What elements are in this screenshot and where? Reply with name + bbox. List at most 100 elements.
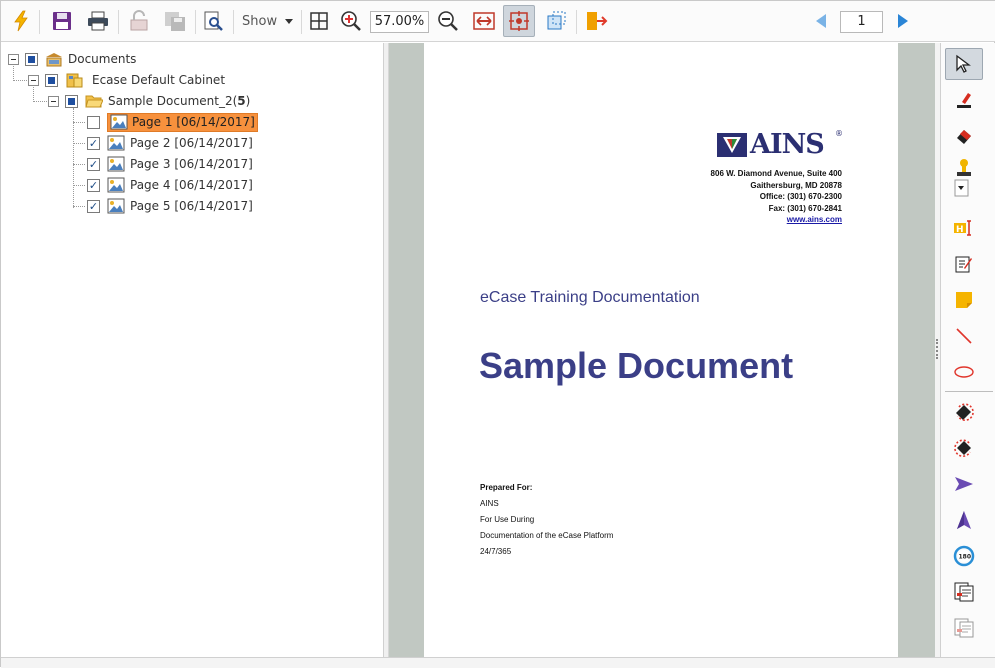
- highlighter-icon[interactable]: [945, 84, 983, 116]
- text-highlight-icon[interactable]: H: [945, 212, 983, 244]
- tree-node-label: Page 1 [06/14/2017]: [132, 114, 255, 129]
- page-properties-icon[interactable]: [945, 576, 983, 608]
- prepared-line: 24/7/365: [480, 547, 512, 556]
- line-tool-icon[interactable]: [945, 320, 983, 352]
- annotation-toolbar: H 180: [940, 43, 995, 657]
- document-viewer[interactable]: AINS ® 806 W. Diamond Avenue, Suite 400 …: [389, 43, 935, 657]
- image-icon: [110, 114, 128, 130]
- address-line: Gaithersburg, MD 20878: [750, 180, 842, 190]
- app-window: Show 57.00% 1 Documents Ecase Default Ca…: [0, 0, 995, 668]
- tree-item-page-3[interactable]: ✓ Page 3 [06/14/2017]: [87, 154, 253, 174]
- tree-item-page-1[interactable]: Page 1 [06/14/2017]: [87, 112, 258, 132]
- tree-node-label: Page 2 [06/14/2017]: [130, 136, 253, 150]
- tree-checkbox[interactable]: [25, 52, 38, 66]
- document-subtitle: eCase Training Documentation: [480, 289, 700, 306]
- page-copy-icon[interactable]: [945, 612, 983, 644]
- document-title: Sample Document: [479, 345, 794, 386]
- splitter-grip[interactable]: [936, 339, 938, 359]
- main-toolbar: Show 57.00% 1: [1, 1, 995, 42]
- company-address: 806 W. Diamond Avenue, Suite 400 Gaither…: [711, 168, 842, 226]
- ellipse-tool-icon[interactable]: [945, 356, 983, 388]
- address-line: 806 W. Diamond Avenue, Suite 400: [710, 169, 842, 178]
- tree-checkbox[interactable]: ✓: [87, 178, 100, 192]
- lightning-icon[interactable]: [7, 7, 35, 35]
- tree-node-label: Page 5 [06/14/2017]: [130, 199, 253, 213]
- zoom-in-icon[interactable]: [337, 7, 365, 35]
- fit-page-icon[interactable]: [503, 5, 535, 37]
- ains-logo: AINS ®: [717, 129, 843, 161]
- tree-connector: [33, 101, 47, 102]
- document-page: AINS ® 806 W. Diamond Avenue, Suite 400 …: [424, 43, 898, 657]
- tree-node-cabinet[interactable]: Ecase Default Cabinet: [28, 70, 225, 90]
- ains-logo-text: AINS: [750, 129, 825, 160]
- toolbar-divider: [945, 391, 993, 392]
- status-bar: [1, 657, 995, 668]
- rotate-left-icon[interactable]: [945, 396, 983, 428]
- zoom-level-input[interactable]: 57.00%: [370, 11, 429, 33]
- tree-item-page-4[interactable]: ✓ Page 4 [06/14/2017]: [87, 175, 253, 195]
- preview-icon[interactable]: [199, 7, 227, 35]
- tree-node-label: Documents: [68, 52, 137, 66]
- flip-vertical-icon[interactable]: [945, 504, 983, 536]
- select-area-icon[interactable]: [542, 7, 570, 35]
- tree-checkbox[interactable]: ✓: [87, 157, 100, 171]
- fit-width-icon[interactable]: [470, 7, 498, 35]
- selected-page-highlight[interactable]: Page 1 [06/14/2017]: [107, 112, 258, 132]
- tree-checkbox[interactable]: ✓: [87, 136, 100, 150]
- save-icon[interactable]: [48, 7, 76, 35]
- grid-view-icon[interactable]: [305, 7, 333, 35]
- tree-node-label: Page 3 [06/14/2017]: [130, 157, 253, 171]
- tree-connector: [73, 206, 85, 207]
- note-edit-icon[interactable]: [945, 248, 983, 280]
- page-number-input[interactable]: 1: [840, 11, 883, 33]
- tree-connector: [73, 122, 85, 123]
- exit-icon[interactable]: [582, 7, 610, 35]
- tree-connector: [13, 80, 27, 81]
- tree-connector: [73, 164, 85, 165]
- tree-node-documents[interactable]: Documents: [8, 49, 136, 69]
- image-icon: [107, 135, 125, 151]
- show-menu-label[interactable]: Show: [242, 14, 277, 29]
- stamp-icon[interactable]: [945, 156, 983, 200]
- tree-checkbox[interactable]: ✓: [87, 199, 100, 213]
- tree-connector: [73, 143, 85, 144]
- rotate-180-icon[interactable]: 180: [945, 540, 983, 572]
- pointer-icon[interactable]: [945, 48, 983, 80]
- print-icon[interactable]: [84, 7, 112, 35]
- address-line: Fax: (301) 670-2841: [768, 203, 842, 213]
- tree-item-page-2[interactable]: ✓ Page 2 [06/14/2017]: [87, 133, 253, 153]
- sticky-note-icon[interactable]: [945, 284, 983, 316]
- unlock-icon[interactable]: [125, 7, 153, 35]
- rotate-right-icon[interactable]: [945, 432, 983, 464]
- previous-page-icon[interactable]: [807, 7, 835, 35]
- eraser-icon[interactable]: [945, 120, 983, 152]
- website-link[interactable]: www.ains.com: [711, 214, 842, 226]
- next-page-icon[interactable]: [889, 7, 917, 35]
- prepared-line: AINS: [480, 499, 499, 508]
- image-icon: [107, 156, 125, 172]
- document-tree: Documents Ecase Default Cabinet Sample D…: [1, 43, 384, 657]
- tree-item-page-5[interactable]: ✓ Page 5 [06/14/2017]: [87, 196, 253, 216]
- folder-open-icon: [85, 95, 103, 108]
- tree-connector: [73, 108, 74, 208]
- tree-node-document[interactable]: Sample Document_2(5): [48, 91, 250, 111]
- collapse-toggle[interactable]: [8, 53, 19, 65]
- tree-node-label: Ecase Default Cabinet: [92, 73, 226, 87]
- tree-checkbox[interactable]: [45, 73, 58, 87]
- prepared-for-block: Prepared For: AINS For Use During Docume…: [480, 480, 613, 560]
- chevron-down-icon[interactable]: [283, 13, 295, 29]
- collapse-toggle[interactable]: [28, 74, 39, 86]
- svg-text:180: 180: [959, 554, 972, 561]
- zoom-out-icon[interactable]: [434, 7, 462, 35]
- tree-checkbox[interactable]: [65, 94, 78, 108]
- collapse-toggle[interactable]: [48, 95, 59, 107]
- ains-logo-mark: [717, 133, 747, 157]
- registered-mark: ®: [835, 129, 843, 138]
- image-icon: [107, 177, 125, 193]
- prepared-line: For Use During: [480, 515, 535, 524]
- flip-horizontal-icon[interactable]: [945, 468, 983, 500]
- cabinet-icon: [66, 73, 83, 88]
- save-copy-icon[interactable]: [161, 7, 189, 35]
- tree-checkbox[interactable]: [87, 115, 100, 129]
- image-icon: [107, 198, 125, 214]
